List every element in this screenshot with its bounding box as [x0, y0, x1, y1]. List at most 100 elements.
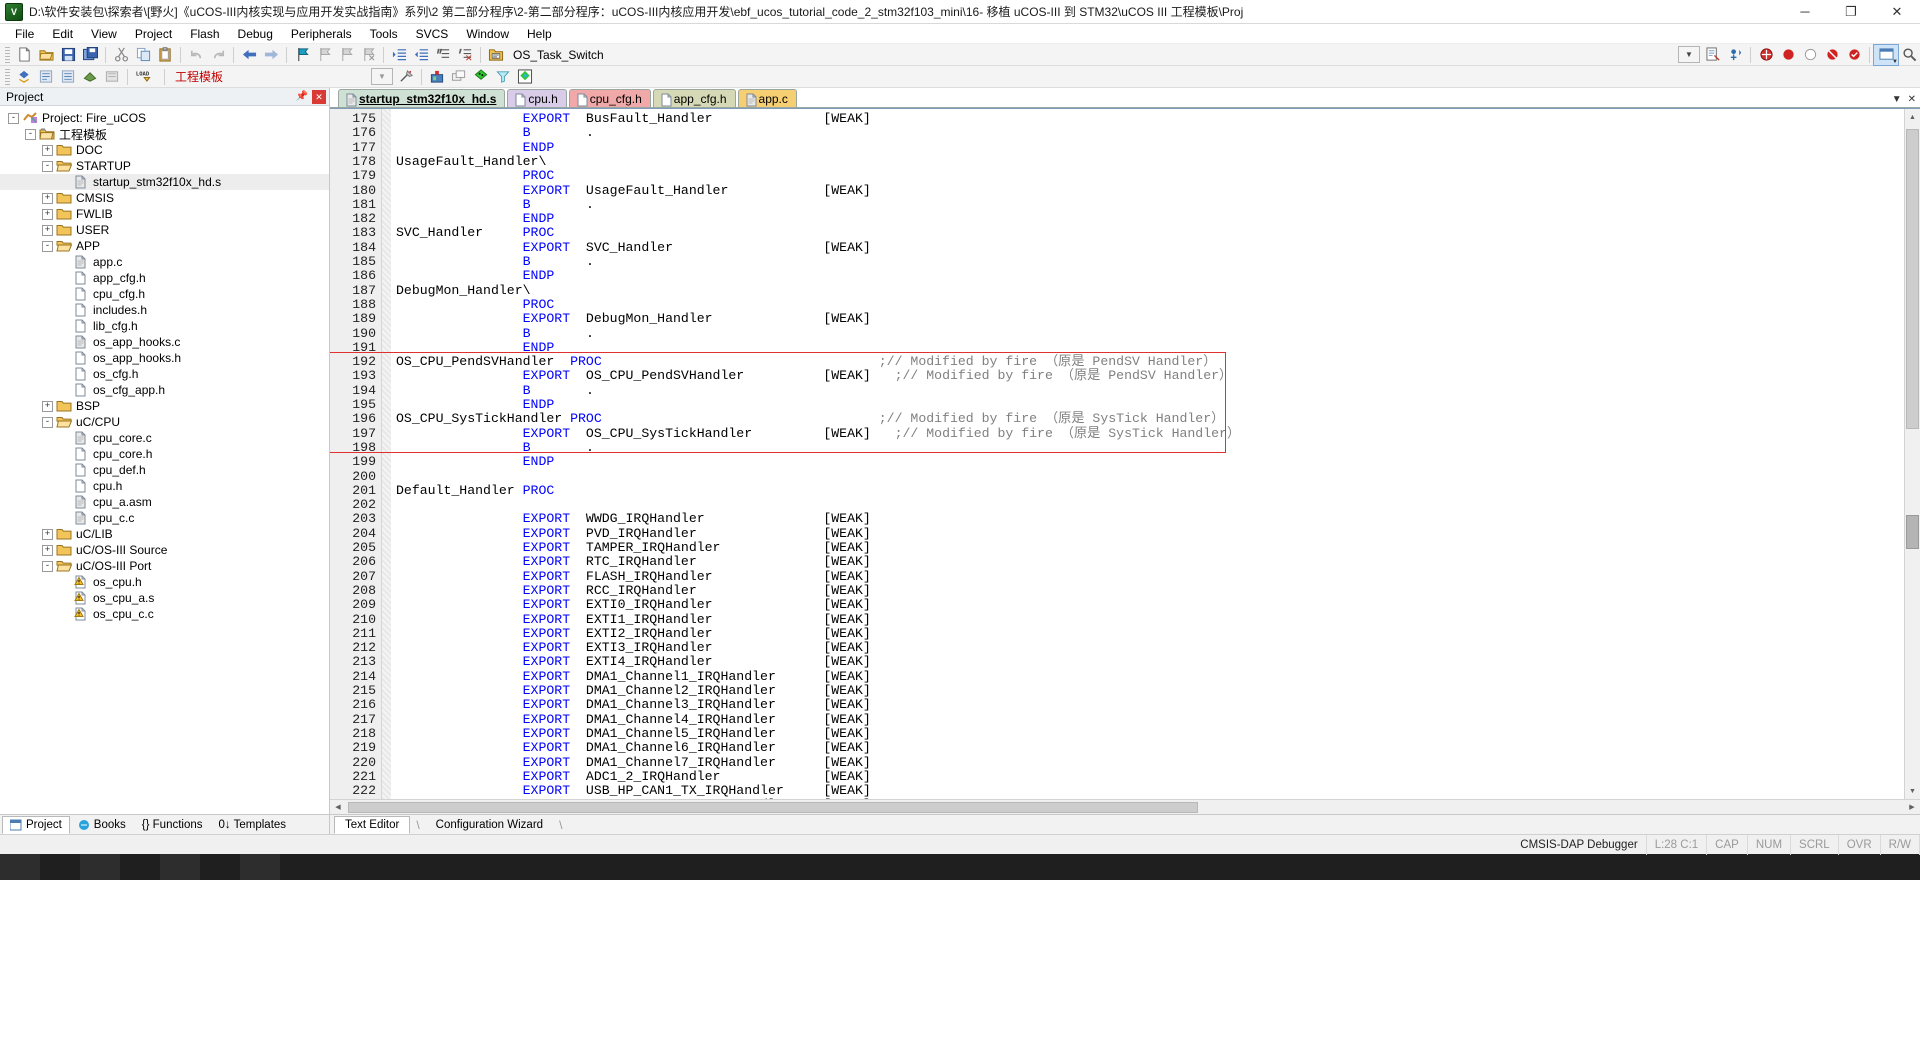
paste-icon[interactable]: [154, 45, 176, 65]
toolbar-grip[interactable]: [5, 68, 10, 85]
tree-item-cmsis[interactable]: + CMSIS: [0, 190, 329, 206]
close-icon[interactable]: ✕: [1908, 94, 1916, 105]
chevron-down-icon[interactable]: ▼: [1892, 94, 1902, 105]
tree-item-os-cfg-app-h[interactable]: os_cfg_app.h: [0, 382, 329, 398]
code-line[interactable]: B .: [396, 326, 594, 341]
code-line[interactable]: EXPORT DMA1_Channel5_IRQHandler [WEAK]: [396, 726, 871, 741]
tree-item-cpu-cfg-h[interactable]: cpu_cfg.h: [0, 286, 329, 302]
code-line[interactable]: EXPORT EXTI4_IRQHandler [WEAK]: [396, 655, 871, 669]
expand-toggle-icon[interactable]: +: [42, 400, 53, 412]
cut-icon[interactable]: [110, 45, 132, 65]
bookmark-clear-icon[interactable]: [357, 45, 379, 65]
tree-item-cpu-a-asm[interactable]: cpu_a.asm: [0, 494, 329, 510]
close-icon[interactable]: ✕: [312, 89, 326, 104]
manage-runtime-icon[interactable]: [395, 67, 417, 87]
tree-item-os-cpu-c-c[interactable]: os_cpu_c.c: [0, 606, 329, 622]
code-line[interactable]: EXPORT FLASH_IRQHandler [WEAK]: [396, 569, 871, 584]
minimize-button[interactable]: ─: [1782, 0, 1828, 24]
expand-toggle-icon[interactable]: +: [42, 192, 53, 204]
tree-item-cpu-core-h[interactable]: cpu_core.h: [0, 446, 329, 462]
taskbar-item[interactable]: [120, 854, 160, 880]
code-line[interactable]: B .: [396, 383, 594, 398]
navigate-forward-icon[interactable]: [260, 45, 282, 65]
stop-build-icon[interactable]: [101, 67, 123, 87]
tree-item-bsp[interactable]: + BSP: [0, 398, 329, 414]
vertical-scrollbar[interactable]: ▲ ▼: [1904, 109, 1920, 799]
code-line[interactable]: SVC_Handler PROC: [396, 226, 554, 240]
code-line[interactable]: PROC: [396, 169, 555, 183]
code-line[interactable]: ENDP: [396, 211, 555, 226]
comment-icon[interactable]: [432, 45, 454, 65]
taskbar-item[interactable]: [80, 854, 120, 880]
save-all-icon[interactable]: [79, 45, 101, 65]
horizontal-scroll-thumb[interactable]: [348, 801, 1198, 813]
expand-toggle-icon[interactable]: +: [42, 208, 53, 220]
tree-item-app-cfg-h[interactable]: app_cfg.h: [0, 270, 329, 286]
toolbar-grip[interactable]: [5, 46, 10, 63]
editor-tab-app-cfg-h[interactable]: app_cfg.h: [652, 89, 736, 107]
outdent-icon[interactable]: [410, 45, 432, 65]
menu-item-edit[interactable]: Edit: [43, 25, 82, 43]
menu-item-svcs[interactable]: SVCS: [407, 25, 458, 43]
code-line[interactable]: EXPORT UsageFault_Handler [WEAK]: [396, 183, 871, 198]
code-line[interactable]: EXPORT EXTI3_IRQHandler [WEAK]: [396, 640, 871, 655]
code-line[interactable]: EXPORT EXTI0_IRQHandler [WEAK]: [396, 598, 871, 612]
tree-item-doc[interactable]: + DOC: [0, 142, 329, 158]
bottom-tab-project[interactable]: Project: [2, 815, 70, 834]
kill-breakpoints-icon[interactable]: [1821, 45, 1843, 65]
editor-tab-cpu-h[interactable]: cpu.h: [507, 89, 567, 107]
menu-item-file[interactable]: File: [6, 25, 43, 43]
expand-toggle-icon[interactable]: +: [42, 544, 53, 556]
target-options-icon[interactable]: [485, 45, 507, 65]
collapse-toggle-icon[interactable]: -: [42, 416, 53, 428]
code-line[interactable]: EXPORT ADC1_2_IRQHandler [WEAK]: [396, 769, 871, 784]
code-line[interactable]: EXPORT RCC_IRQHandler [WEAK]: [396, 583, 871, 598]
target-dropdown-icon[interactable]: ▼: [1676, 45, 1702, 65]
download-icon[interactable]: LOAD: [132, 67, 160, 87]
code-line[interactable]: ENDP: [396, 140, 555, 155]
menu-item-view[interactable]: View: [82, 25, 126, 43]
tree-item-startup-stm32f10x-hd-s[interactable]: startup_stm32f10x_hd.s: [0, 174, 329, 190]
taskbar-item[interactable]: [160, 854, 200, 880]
code-line[interactable]: B .: [396, 440, 594, 455]
vertical-scroll-track[interactable]: [1905, 125, 1920, 783]
tree-item-includes-h[interactable]: includes.h: [0, 302, 329, 318]
maximize-button[interactable]: ❐: [1828, 0, 1874, 24]
code-line[interactable]: EXPORT WWDG_IRQHandler [WEAK]: [396, 512, 871, 526]
code-viewport[interactable]: 175 EXPORT BusFault_Handler [WEAK] 176 B …: [330, 109, 1904, 799]
code-line[interactable]: EXPORT DMA1_Channel2_IRQHandler [WEAK]: [396, 683, 871, 698]
scroll-down-arrow[interactable]: ▼: [1905, 783, 1920, 799]
code-line[interactable]: B .: [396, 254, 594, 269]
bookmark-prev-icon[interactable]: [313, 45, 335, 65]
rebuild-icon[interactable]: [57, 67, 79, 87]
collapse-toggle-icon[interactable]: -: [8, 112, 19, 124]
open-file-icon[interactable]: [35, 45, 57, 65]
tree-item-os-cpu-a-s[interactable]: os_cpu_a.s: [0, 590, 329, 606]
collapse-toggle-icon[interactable]: -: [42, 240, 53, 252]
code-line[interactable]: EXPORT BusFault_Handler [WEAK]: [396, 111, 871, 126]
menu-item-project[interactable]: Project: [126, 25, 181, 43]
taskbar-item[interactable]: [200, 854, 240, 880]
code-line[interactable]: EXPORT EXTI1_IRQHandler [WEAK]: [396, 612, 871, 627]
menu-item-debug[interactable]: Debug: [229, 25, 282, 43]
tree-item-uc-os-iii-port[interactable]: - uC/OS-III Port: [0, 558, 329, 574]
code-line[interactable]: ENDP: [396, 455, 555, 469]
uncomment-icon[interactable]: [454, 45, 476, 65]
debug-start-icon[interactable]: [1755, 45, 1777, 65]
code-line[interactable]: B .: [396, 126, 594, 140]
tree-item-lib-cfg-h[interactable]: lib_cfg.h: [0, 318, 329, 334]
menu-item-help[interactable]: Help: [518, 25, 561, 43]
code-line[interactable]: OS_CPU_SysTickHandler PROC ;// Modified …: [396, 412, 1224, 426]
code-line[interactable]: UsageFault_Handler\: [396, 154, 546, 169]
editor-tab-startup-stm32f10x-hd-s[interactable]: startup_stm32f10x_hd.s: [338, 89, 506, 107]
code-line[interactable]: EXPORT USB_LP_CAN1_RX0_IRQHandler [WEAK]: [396, 798, 871, 799]
vertical-scroll-thumb[interactable]: [1906, 129, 1919, 429]
tree-item-os-cpu-h[interactable]: os_cpu.h: [0, 574, 329, 590]
expand-toggle-icon[interactable]: +: [42, 528, 53, 540]
insert-breakpoint-icon[interactable]: [1777, 45, 1799, 65]
tree-item-app-c[interactable]: app.c: [0, 254, 329, 270]
code-line[interactable]: PROC: [396, 297, 555, 312]
expand-toggle-icon[interactable]: +: [42, 144, 53, 156]
code-line[interactable]: DebugMon_Handler\: [396, 283, 531, 298]
target-options-dialog-icon[interactable]: [1702, 45, 1724, 65]
